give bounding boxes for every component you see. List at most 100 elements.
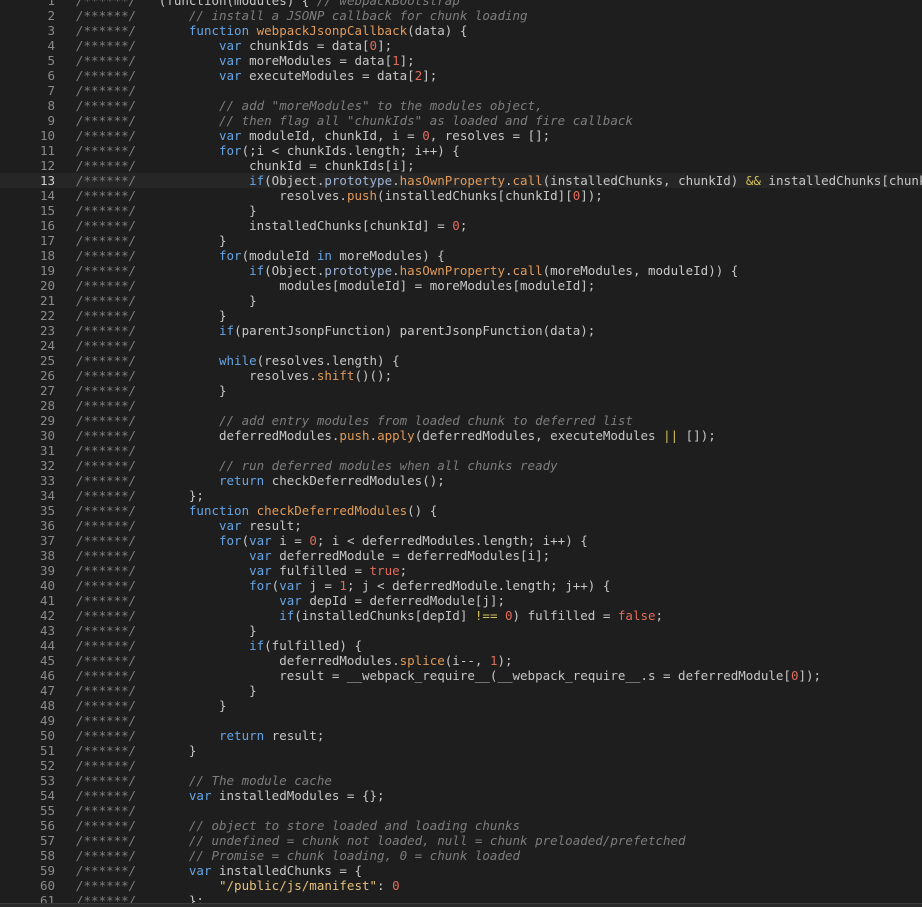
code-line[interactable]: 23 /******/ if(parentJsonpFunction) paren…: [0, 323, 922, 338]
code-token: /******/: [76, 233, 219, 248]
code-token: (Object.: [264, 173, 325, 188]
code-token: }: [188, 743, 197, 758]
code-line[interactable]: 12 /******/ chunkId = chunkIds[i];: [0, 158, 922, 173]
code-line[interactable]: 25 /******/ while(resolves.length) {: [0, 353, 922, 368]
code-line[interactable]: 46 /******/ result = __webpack_require__(…: [0, 668, 922, 683]
code-line[interactable]: 31 /******/: [0, 443, 922, 458]
code-line[interactable]: 21 /******/ }: [0, 293, 922, 308]
code-line[interactable]: 3 /******/ function webpackJsonpCallback(…: [0, 23, 922, 38]
code-line[interactable]: 11 /******/ for(;i < chunkIds.length; i++…: [0, 143, 922, 158]
code-token: /******/: [76, 353, 219, 368]
code-line[interactable]: 53 /******/ // The module cache: [0, 773, 922, 788]
code-text: /******/ }: [76, 233, 227, 248]
code-line[interactable]: 14 /******/ resolves.push(installedChunks…: [0, 188, 922, 203]
code-line[interactable]: 37 /******/ for(var i = 0; i < deferredMo…: [0, 533, 922, 548]
code-line[interactable]: 30 /******/ deferredModules.push.apply(de…: [0, 428, 922, 443]
code-text: /******/: [76, 803, 136, 818]
code-line[interactable]: 56 /******/ // object to store loaded and…: [0, 818, 922, 833]
code-line[interactable]: 50 /******/ return result;: [0, 728, 922, 743]
code-line[interactable]: 34 /******/ };: [0, 488, 922, 503]
code-text: /******/ }: [76, 743, 196, 758]
code-line[interactable]: 54 /******/ var installedModules = {};: [0, 788, 922, 803]
code-line[interactable]: 33 /******/ return checkDeferredModules()…: [0, 473, 922, 488]
code-line[interactable]: 38 /******/ var deferredModule = deferred…: [0, 548, 922, 563]
horizontal-scrollbar[interactable]: [0, 903, 922, 907]
code-line[interactable]: 43 /******/ }: [0, 623, 922, 638]
code-line[interactable]: 47 /******/ }: [0, 683, 922, 698]
code-text: /******/ if(Object.prototype.hasOwnPrope…: [76, 263, 738, 278]
code-line[interactable]: 39 /******/ var fulfilled = true;: [0, 563, 922, 578]
line-number: 4: [47, 38, 55, 53]
code-token: // Promise = chunk loading, 0 = chunk lo…: [188, 848, 521, 863]
code-token: ];: [377, 38, 393, 53]
code-line[interactable]: 41 /******/ var depId = deferredModule[j]…: [0, 593, 922, 608]
line-number: 55: [39, 803, 55, 818]
code-line[interactable]: 19 /******/ if(Object.prototype.hasOwnPro…: [0, 263, 922, 278]
code-token: (parentJsonpFunction) parentJsonpFunctio…: [234, 323, 596, 338]
code-line[interactable]: 7 /******/: [0, 83, 922, 98]
code-token: if: [249, 263, 265, 278]
code-text: /******/ if(installedChunks[depId] !== 0…: [76, 608, 663, 623]
code-line[interactable]: 49 /******/: [0, 713, 922, 728]
code-line[interactable]: 59 /******/ var installedChunks = {: [0, 863, 922, 878]
code-token: () {: [407, 503, 438, 518]
code-line[interactable]: 52 /******/: [0, 758, 922, 773]
code-token: /******/: [76, 548, 250, 563]
code-line[interactable]: 10 /******/ var moduleId, chunkId, i = 0,…: [0, 128, 922, 143]
code-line[interactable]: 6 /******/ var executeModules = data[2];: [0, 68, 922, 83]
code-token: /******/: [76, 533, 219, 548]
code-line[interactable]: 60 /******/ "/public/js/manifest": 0: [0, 878, 922, 893]
code-line[interactable]: 27 /******/ }: [0, 383, 922, 398]
code-line[interactable]: 13 /******/ if(Object.prototype.hasOwnPro…: [0, 173, 922, 188]
code-token: prototype: [324, 173, 393, 188]
code-token: ];: [422, 68, 438, 83]
code-line[interactable]: 55 /******/: [0, 803, 922, 818]
code-line[interactable]: 28 /******/: [0, 398, 922, 413]
code-line[interactable]: 2 /******/ // install a JSONP callback fo…: [0, 8, 922, 23]
code-text: /******/ result = __webpack_require__(__…: [76, 668, 821, 683]
code-token: }: [249, 683, 257, 698]
code-line[interactable]: 5 /******/ var moreModules = data[1];: [0, 53, 922, 68]
code-line[interactable]: 35 /******/ function checkDeferredModules…: [0, 503, 922, 518]
code-token: executeModules = data[: [249, 68, 415, 83]
code-line[interactable]: 29 /******/ // add entry modules from loa…: [0, 413, 922, 428]
code-line[interactable]: 57 /******/ // undefined = chunk not load…: [0, 833, 922, 848]
line-number: 54: [39, 788, 55, 803]
code-token: (installedChunks[depId]: [294, 608, 475, 623]
code-line[interactable]: 48 /******/ }: [0, 698, 922, 713]
code-line[interactable]: 26 /******/ resolves.shift()();: [0, 368, 922, 383]
code-line[interactable]: 44 /******/ if(fulfilled) {: [0, 638, 922, 653]
code-line[interactable]: 32 /******/ // run deferred modules when …: [0, 458, 922, 473]
code-text: /******/ var depId = deferredModule[j];: [76, 593, 505, 608]
code-line[interactable]: 9 /******/ // then flag all "chunkIds" as…: [0, 113, 922, 128]
line-number: 11: [39, 143, 55, 158]
code-token: /******/: [76, 653, 280, 668]
code-editor[interactable]: 1 /******/ (function(modules) { // webpac…: [0, 0, 922, 907]
code-line[interactable]: 1 /******/ (function(modules) { // webpac…: [0, 0, 922, 8]
code-line[interactable]: 24 /******/: [0, 338, 922, 353]
code-line[interactable]: 45 /******/ deferredModules.splice(i--, 1…: [0, 653, 922, 668]
code-token: 0: [505, 608, 513, 623]
code-token: /******/: [76, 743, 189, 758]
code-line[interactable]: 51 /******/ }: [0, 743, 922, 758]
code-token: []);: [678, 428, 716, 443]
code-line[interactable]: 36 /******/ var result;: [0, 518, 922, 533]
code-area[interactable]: 1 /******/ (function(modules) { // webpac…: [0, 0, 922, 907]
code-line[interactable]: 16 /******/ installedChunks[chunkId] = 0;: [0, 218, 922, 233]
line-number: 33: [39, 473, 55, 488]
code-line[interactable]: 15 /******/ }: [0, 203, 922, 218]
code-line[interactable]: 8 /******/ // add "moreModules" to the mo…: [0, 98, 922, 113]
code-line[interactable]: 40 /******/ for(var j = 1; j < deferredMo…: [0, 578, 922, 593]
code-line[interactable]: 20 /******/ modules[moduleId] = moreModul…: [0, 278, 922, 293]
code-token: var: [219, 518, 250, 533]
code-line[interactable]: 4 /******/ var chunkIds = data[0];: [0, 38, 922, 53]
line-number: 42: [39, 608, 55, 623]
code-token: if: [249, 173, 265, 188]
code-line[interactable]: 17 /******/ }: [0, 233, 922, 248]
code-line[interactable]: 22 /******/ }: [0, 308, 922, 323]
code-token: /******/: [76, 593, 280, 608]
code-line[interactable]: 42 /******/ if(installedChunks[depId] !==…: [0, 608, 922, 623]
code-line[interactable]: 58 /******/ // Promise = chunk loading, 0…: [0, 848, 922, 863]
code-line[interactable]: 18 /******/ for(moduleId in moreModules) …: [0, 248, 922, 263]
line-number: 48: [39, 698, 55, 713]
